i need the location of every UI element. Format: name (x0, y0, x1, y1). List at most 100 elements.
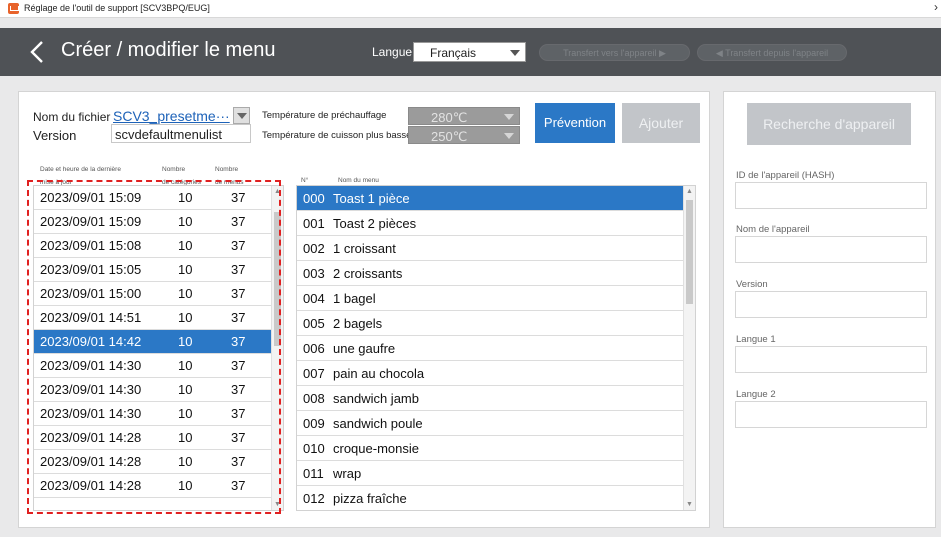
history-categories-cell: 10 (178, 334, 193, 349)
device-version-field[interactable] (735, 291, 927, 318)
device-lang1-field[interactable] (735, 346, 927, 373)
version-label: Version (33, 128, 77, 143)
menu-scrollbar[interactable]: ▲ ▼ (683, 186, 695, 510)
menu-row[interactable]: 011 wrap (297, 461, 684, 486)
history-categories-cell: 10 (178, 190, 193, 205)
menu-row[interactable]: 002 1 croissant (297, 236, 684, 261)
history-row[interactable]: 2023/09/01 14:30 10 37 (34, 378, 272, 402)
menu-number-cell: 004 (303, 291, 325, 306)
device-id-field[interactable] (735, 182, 927, 209)
history-menus-cell: 37 (231, 358, 246, 373)
history-scrollbar[interactable]: ▲ ▼ (271, 186, 283, 510)
history-row[interactable]: 2023/09/01 14:28 10 37 (34, 450, 272, 474)
history-row[interactable]: 2023/09/01 14:51 10 37 (34, 306, 272, 330)
transfer-to-device-button[interactable]: Transfert vers l'appareil ▶ (539, 44, 690, 61)
history-date-cell: 2023/09/01 14:42 (40, 334, 142, 349)
history-date-cell: 2023/09/01 15:09 (40, 214, 142, 229)
menu-name-cell: 2 bagels (333, 316, 383, 331)
menu-row[interactable]: 010 croque-monsie (297, 436, 684, 461)
menu-row[interactable]: 007 pain au chocola (297, 361, 684, 386)
scroll-up-icon[interactable]: ▲ (686, 188, 693, 195)
preheat-label: Température de préchauffage (262, 110, 387, 121)
history-categories-cell: 10 (178, 406, 193, 421)
history-date-cell: 2023/09/01 14:51 (40, 310, 142, 325)
scroll-down-icon[interactable]: ▼ (274, 501, 281, 508)
history-row[interactable]: 2023/09/01 14:28 10 37 (34, 426, 272, 450)
chevron-down-icon (504, 133, 514, 139)
scroll-down-icon[interactable]: ▼ (686, 501, 693, 508)
menu-name-cell: pizza fraîche (333, 491, 407, 506)
history-row[interactable]: 2023/09/01 14:30 10 37 (34, 354, 272, 378)
history-date-cell: 2023/09/01 14:30 (40, 358, 142, 373)
scroll-up-icon[interactable]: ▲ (274, 188, 281, 195)
history-scroll-thumb[interactable] (274, 212, 281, 346)
menu-row[interactable]: 006 une gaufre (297, 336, 684, 361)
app-icon (8, 3, 19, 14)
version-field[interactable]: scvdefaultmenulist (111, 124, 251, 143)
history-date-cell: 2023/09/01 14:28 (40, 454, 142, 469)
min-cook-temp-select[interactable]: 250℃ (408, 126, 520, 144)
menu-row[interactable]: 000 Toast 1 pièce (297, 186, 684, 211)
menu-scroll-thumb[interactable] (686, 200, 693, 304)
filename-link[interactable]: SCV3_presetme··· (113, 108, 230, 124)
history-row[interactable]: 2023/09/01 15:05 10 37 (34, 258, 272, 282)
menu-row[interactable]: 009 sandwich poule (297, 411, 684, 436)
history-menus-cell: 37 (231, 382, 246, 397)
menu-number-cell: 002 (303, 241, 325, 256)
history-menus-cell: 37 (231, 334, 246, 349)
history-menus-cell: 37 (231, 454, 246, 469)
menu-row[interactable]: 005 2 bagels (297, 311, 684, 336)
chevron-down-icon (510, 50, 520, 56)
history-menus-cell: 37 (231, 478, 246, 493)
menu-list[interactable]: 000 Toast 1 pièce 001 Toast 2 pièces 002 1 cr… (296, 185, 696, 511)
history-menus-cell: 37 (231, 286, 246, 301)
history-date-cell: 2023/09/01 14:28 (40, 478, 142, 493)
menu-name-cell: Toast 1 pièce (333, 191, 410, 206)
history-row[interactable]: 2023/09/01 14:30 10 37 (34, 402, 272, 426)
device-name-field[interactable] (735, 236, 927, 263)
history-categories-cell: 10 (178, 430, 193, 445)
history-list[interactable]: 2023/09/01 15:09 10 37 2023/09/01 15:09 10 37… (33, 185, 284, 511)
min-cook-temp-label: Température de cuisson plus basse (262, 130, 412, 141)
history-categories-cell: 10 (178, 382, 193, 397)
prevention-button[interactable]: Prévention (535, 103, 615, 143)
history-row[interactable]: 2023/09/01 14:28 10 37 (34, 474, 272, 498)
history-row[interactable]: 2023/09/01 15:08 10 37 (34, 234, 272, 258)
menu-row[interactable]: 004 1 bagel (297, 286, 684, 311)
transfer-from-device-button[interactable]: ◀ Transfert depuis l'appareil (697, 44, 847, 61)
filename-dropdown-button[interactable] (233, 107, 250, 124)
menu-name-cell: 2 croissants (333, 266, 403, 281)
history-row[interactable]: 2023/09/01 15:09 10 37 (34, 210, 272, 234)
menu-name-cell: pain au chocola (333, 366, 425, 381)
back-arrow-icon[interactable] (26, 38, 50, 66)
menu-number-cell: 011 (303, 466, 324, 481)
menu-row[interactable]: 012 pizza fraîche (297, 486, 684, 510)
menu-row[interactable]: 001 Toast 2 pièces (297, 211, 684, 236)
language-select[interactable]: Français (413, 42, 526, 62)
menu-name-cell: sandwich poule (333, 416, 423, 431)
preheat-select[interactable]: 280℃ (408, 107, 520, 125)
device-search-button[interactable]: Recherche d'appareil (747, 103, 911, 145)
history-menus-cell: 37 (231, 406, 246, 421)
history-row[interactable]: 2023/09/01 15:09 10 37 (34, 186, 272, 210)
menu-number-cell: 003 (303, 266, 325, 281)
device-lang2-field[interactable] (735, 401, 927, 428)
history-row[interactable]: 2023/09/01 15:00 10 37 (34, 282, 272, 306)
history-categories-cell: 10 (178, 310, 193, 325)
menu-row[interactable]: 008 sandwich jamb (297, 386, 684, 411)
history-menus-cell: 37 (231, 190, 246, 205)
history-categories-cell: 10 (178, 454, 193, 469)
menu-number-cell: 006 (303, 341, 325, 356)
window-titlebar: Réglage de l'outil de support [SCV3BPQ/E… (0, 0, 941, 18)
device-version-label: Version (736, 279, 768, 290)
version-value: scvdefaultmenulist (115, 127, 222, 142)
menu-number-cell: 005 (303, 316, 325, 331)
add-button[interactable]: Ajouter (622, 103, 700, 143)
device-id-label: ID de l'appareil (HASH) (736, 170, 835, 181)
chevron-right-icon[interactable]: › (934, 0, 938, 14)
history-row[interactable]: 2023/09/01 14:42 10 37 (34, 330, 272, 354)
menu-name-cell: croque-monsie (333, 441, 419, 456)
menu-row[interactable]: 003 2 croissants (297, 261, 684, 286)
history-categories-cell: 10 (178, 358, 193, 373)
history-menus-cell: 37 (231, 238, 246, 253)
